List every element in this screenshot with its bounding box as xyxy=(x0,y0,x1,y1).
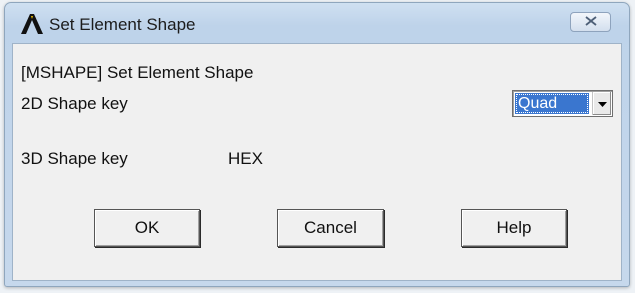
dialog-body: [MSHAPE] Set Element Shape 2D Shape key … xyxy=(12,43,622,281)
window-title: Set Element Shape xyxy=(49,15,196,34)
shape-2d-label: 2D Shape key xyxy=(21,94,128,113)
dropdown-button[interactable] xyxy=(592,92,611,115)
title-bar[interactable]: Set Element Shape xyxy=(5,3,629,43)
ansys-logo-icon xyxy=(21,14,43,34)
ok-button[interactable]: OK xyxy=(94,209,200,247)
dialog-window: Set Element Shape [MSHAPE] Set Element S… xyxy=(4,2,630,287)
help-button[interactable]: Help xyxy=(461,209,567,247)
close-button[interactable] xyxy=(570,12,611,32)
command-label: [MSHAPE] Set Element Shape xyxy=(21,63,254,82)
shape-3d-label: 3D Shape key xyxy=(21,149,128,168)
shape-3d-value: HEX xyxy=(228,149,263,168)
shape-2d-select[interactable]: Quad xyxy=(512,90,613,117)
cancel-button[interactable]: Cancel xyxy=(277,209,384,247)
chevron-down-icon xyxy=(597,95,607,113)
shape-2d-selected-value: Quad xyxy=(515,93,589,114)
close-icon xyxy=(584,13,597,31)
